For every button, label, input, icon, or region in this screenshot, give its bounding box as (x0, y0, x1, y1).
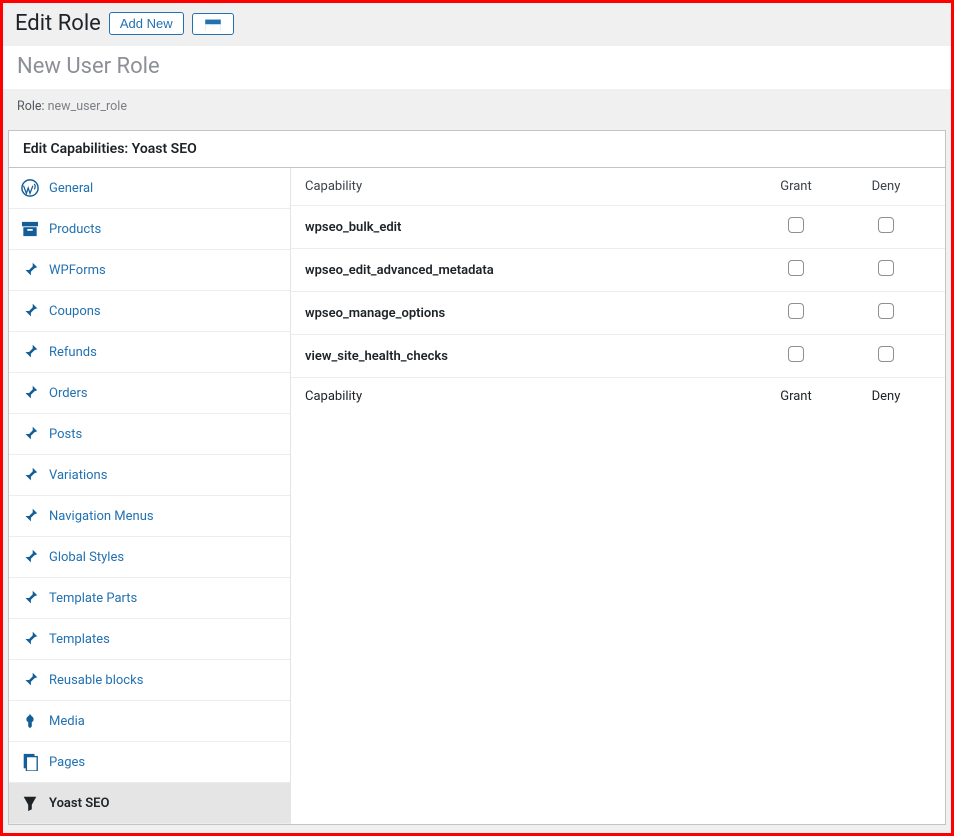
sidebar-item-label: Refunds (49, 345, 97, 360)
sidebar-item-variations[interactable]: Variations (9, 455, 290, 496)
sidebar-item-label: Pages (49, 755, 85, 770)
deny-checkbox[interactable] (878, 217, 894, 233)
media-icon (21, 712, 39, 730)
pin-icon (21, 548, 39, 566)
capability-row: wpseo_manage_options (291, 292, 945, 335)
capability-row: view_site_health_checks (291, 335, 945, 378)
col-grant: Grant (751, 389, 841, 404)
grant-cell (751, 217, 841, 237)
sidebar-item-label: Posts (49, 427, 82, 442)
sidebar-item-general[interactable]: General (9, 168, 290, 209)
page-icon (21, 753, 39, 771)
col-capability: Capability (305, 389, 751, 404)
sidebar-item-media[interactable]: Media (9, 701, 290, 742)
sidebar-item-label: WPForms (49, 263, 106, 278)
pin-icon (21, 384, 39, 402)
grant-checkbox[interactable] (788, 346, 804, 362)
pin-icon (21, 630, 39, 648)
sidebar-item-label: Variations (49, 468, 107, 483)
pin-icon (21, 507, 39, 525)
capabilities-panel: Edit Capabilities: Yoast SEO General Prod… (8, 130, 946, 825)
pin-icon (21, 589, 39, 607)
grant-cell (751, 346, 841, 366)
sidebar-item-label: Orders (49, 386, 88, 401)
sidebar-item-label: Products (49, 222, 101, 237)
deny-cell (841, 346, 931, 366)
sidebar-item-navigation-menus[interactable]: Navigation Menus (9, 496, 290, 537)
grant-checkbox[interactable] (788, 303, 804, 319)
sidebar-item-reusable-blocks[interactable]: Reusable blocks (9, 660, 290, 701)
capability-name: view_site_health_checks (305, 349, 751, 364)
inbox-button[interactable] (192, 13, 234, 35)
pin-icon (21, 671, 39, 689)
sidebar-item-yoast-seo[interactable]: Yoast SEO (9, 783, 290, 824)
table-header-row: Capability Grant Deny (291, 168, 945, 206)
sidebar-item-template-parts[interactable]: Template Parts (9, 578, 290, 619)
deny-cell (841, 217, 931, 237)
deny-checkbox[interactable] (878, 260, 894, 276)
col-capability: Capability (305, 179, 751, 194)
col-deny: Deny (841, 389, 931, 404)
pin-icon (21, 261, 39, 279)
sidebar-item-label: Yoast SEO (49, 796, 109, 811)
deny-checkbox[interactable] (878, 346, 894, 362)
archive-icon (21, 220, 39, 238)
pin-icon (21, 425, 39, 443)
sidebar-item-label: General (49, 181, 93, 196)
sidebar-item-templates[interactable]: Templates (9, 619, 290, 660)
sidebar-item-products[interactable]: Products (9, 209, 290, 250)
role-display-name-box: New User Role (3, 46, 951, 89)
grant-cell (751, 303, 841, 323)
wordpress-icon (21, 179, 39, 197)
capability-row: wpseo_bulk_edit (291, 206, 945, 249)
pin-icon (21, 466, 39, 484)
grant-cell (751, 260, 841, 280)
sidebar-item-orders[interactable]: Orders (9, 373, 290, 414)
table-footer-row: Capability Grant Deny (291, 378, 945, 415)
sidebar-item-wpforms[interactable]: WPForms (9, 250, 290, 291)
panel-heading: Edit Capabilities: Yoast SEO (9, 131, 945, 168)
grant-checkbox[interactable] (788, 217, 804, 233)
sidebar-item-pages[interactable]: Pages (9, 742, 290, 783)
sidebar-item-global-styles[interactable]: Global Styles (9, 537, 290, 578)
sidebar-item-label: Template Parts (49, 591, 137, 606)
add-new-button[interactable]: Add New (109, 12, 184, 35)
sidebar-item-label: Coupons (49, 304, 101, 319)
sidebar-item-label: Media (49, 714, 85, 729)
role-slug-label: Role: (17, 99, 45, 114)
role-slug-line: Role: new_user_role (3, 89, 951, 130)
pin-icon (21, 302, 39, 320)
role-display-name: New User Role (17, 54, 937, 79)
yoast-icon (21, 794, 39, 812)
deny-checkbox[interactable] (878, 303, 894, 319)
page-title: Edit Role (15, 11, 101, 36)
sidebar-item-coupons[interactable]: Coupons (9, 291, 290, 332)
sidebar-item-refunds[interactable]: Refunds (9, 332, 290, 373)
capability-row: wpseo_edit_advanced_metadata (291, 249, 945, 292)
inbox-icon (203, 18, 223, 32)
pin-icon (21, 343, 39, 361)
capability-name: wpseo_bulk_edit (305, 220, 751, 235)
col-deny: Deny (841, 179, 931, 194)
role-slug-value: new_user_role (48, 99, 127, 114)
sidebar-item-label: Templates (49, 632, 110, 647)
capability-table: Capability Grant Deny wpseo_bulk_editwps… (291, 168, 945, 824)
col-grant: Grant (751, 179, 841, 194)
sidebar-item-label: Reusable blocks (49, 673, 143, 688)
grant-checkbox[interactable] (788, 260, 804, 276)
sidebar-item-label: Global Styles (49, 550, 124, 565)
page-header: Edit Role Add New (3, 3, 951, 46)
sidebar-item-label: Navigation Menus (49, 509, 154, 524)
sidebar-item-posts[interactable]: Posts (9, 414, 290, 455)
capability-name: wpseo_edit_advanced_metadata (305, 263, 751, 278)
capability-name: wpseo_manage_options (305, 306, 751, 321)
capability-group-sidebar: General Products WPForms Coupons Refunds Orde… (9, 168, 291, 824)
deny-cell (841, 303, 931, 323)
deny-cell (841, 260, 931, 280)
